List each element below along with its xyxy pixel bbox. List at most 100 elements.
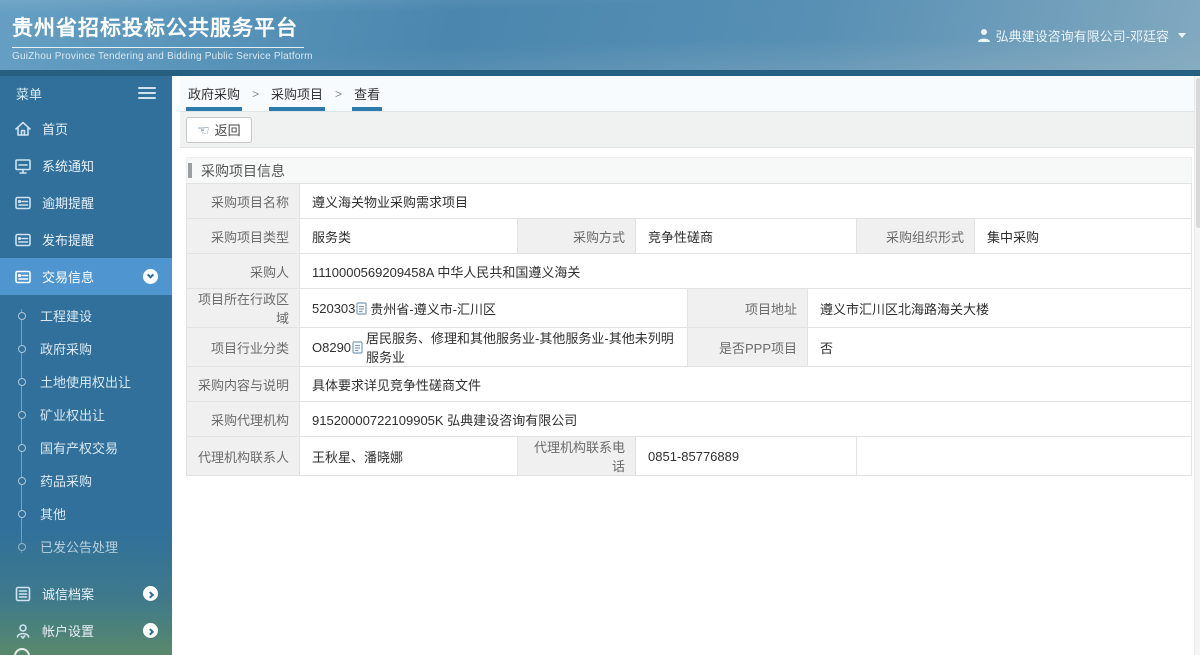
field-value: 遵义海关物业采购需求项目: [299, 184, 1191, 218]
breadcrumb-label: 查看: [354, 87, 381, 102]
submenu-item-other[interactable]: 其他: [0, 497, 172, 530]
sidebar-item-account-settings[interactable]: 帐户设置: [0, 612, 172, 649]
field-label: 代理机构联系电话: [517, 437, 635, 475]
industry-text: 居民服务、修理和其他服务业-其他服务业-其他未列明服务业: [366, 331, 674, 365]
sidebar: 菜单 首页 系统通知 逾期提醒 发布提醒 交易信息 工程建设 政府采购 土地使用…: [0, 76, 172, 655]
submenu-item-land-use[interactable]: 土地使用权出让: [0, 365, 172, 398]
breadcrumb-separator: >: [252, 86, 260, 101]
field-label: 代理机构联系人: [187, 437, 299, 475]
project-info-table: 采购项目名称 遵义海关物业采购需求项目 采购项目类型 服务类 采购方式 竞争性磋…: [186, 183, 1192, 476]
breadcrumb-label: 政府采购: [188, 87, 241, 102]
field-value: 竞争性磋商: [635, 219, 856, 253]
document-icon[interactable]: [356, 301, 367, 315]
sidebar-item-notifications[interactable]: 系统通知: [0, 147, 172, 184]
industry-code: O8290: [312, 339, 352, 355]
chevron-down-circle-icon[interactable]: [143, 269, 158, 284]
caret-down-icon: [1178, 32, 1186, 38]
sidebar-item-label: 首页: [42, 122, 69, 137]
main-content: 政府采购 > 采购项目 > 查看 ☜ 返回 采购项目信息 采购项目名称 遵义海关…: [172, 76, 1200, 655]
table-row: 采购内容与说明 具体要求详见竞争性磋商文件: [187, 367, 1191, 402]
sidebar-item-publish-reminder[interactable]: 发布提醒: [0, 221, 172, 258]
submenu-item-state-property[interactable]: 国有产权交易: [0, 431, 172, 464]
submenu-item-drug-procurement[interactable]: 药品采购: [0, 464, 172, 497]
submenu-item-mining-rights[interactable]: 矿业权出让: [0, 398, 172, 431]
sidebar-item-label: 交易信息: [42, 270, 95, 285]
partial-menu-icon: [14, 648, 30, 655]
submenu-item-engineering[interactable]: 工程建设: [0, 299, 172, 332]
breadcrumb: 政府采购 > 采购项目 > 查看: [180, 76, 1200, 112]
back-button[interactable]: ☜ 返回: [186, 116, 252, 143]
user-name: 弘典建设咨询有限公司-邓廷容: [995, 28, 1169, 44]
card-list-icon: [14, 268, 32, 286]
section-title: 采购项目信息: [201, 162, 285, 179]
table-row: 采购代理机构 91520000722109905K 弘典建设咨询有限公司: [187, 402, 1191, 437]
field-label: 项目行业分类: [187, 328, 299, 366]
submenu-label: 政府采购: [40, 342, 93, 357]
sidebar-item-transaction-info[interactable]: 交易信息: [0, 258, 172, 295]
field-label: 采购项目名称: [187, 184, 299, 218]
field-label: 采购代理机构: [187, 402, 299, 436]
home-icon: [14, 120, 32, 138]
field-value: 0851-85776889: [635, 437, 856, 475]
submenu-label: 工程建设: [40, 309, 93, 324]
breadcrumb-item-procurement-project[interactable]: 采购项目: [269, 76, 326, 111]
field-label: 采购项目类型: [187, 219, 299, 253]
menu-label: 菜单: [16, 86, 43, 102]
transaction-submenu: 工程建设 政府采购 土地使用权出让 矿业权出让 国有产权交易 药品采购 其他 已…: [0, 295, 172, 567]
breadcrumb-separator: >: [335, 86, 343, 101]
hamburger-icon[interactable]: [138, 84, 156, 102]
table-row: 项目所在行政区域 520303 贵州省-遵义市-汇川区 项目地址 遵义市汇川区北…: [187, 289, 1191, 328]
section-accent-bar: [188, 163, 192, 178]
chevron-right-circle-icon[interactable]: [143, 586, 158, 601]
field-label: 采购内容与说明: [187, 367, 299, 401]
submenu-label: 矿业权出让: [40, 408, 106, 423]
site-title: 贵州省招标投标公共服务平台: [12, 8, 304, 48]
chevron-right-circle-icon[interactable]: [143, 623, 158, 638]
field-value: 91520000722109905K 弘典建设咨询有限公司: [299, 402, 1191, 436]
breadcrumb-item-gov-procurement[interactable]: 政府采购: [186, 76, 243, 111]
field-label: 项目所在行政区域: [187, 289, 299, 327]
table-row: 项目行业分类 O8290 居民服务、修理和其他服务业-其他服务业-其他未列明服务…: [187, 328, 1191, 367]
sidebar-item-label: 诚信档案: [42, 587, 95, 602]
sidebar-item-credit-archive[interactable]: 诚信档案: [0, 575, 172, 612]
submenu-item-gov-procurement[interactable]: 政府采购: [0, 332, 172, 365]
back-button-label: 返回: [214, 123, 241, 138]
scrollbar-thumb[interactable]: [1196, 78, 1200, 228]
field-label: 是否PPP项目: [687, 328, 807, 366]
table-row: 采购项目名称 遵义海关物业采购需求项目: [187, 184, 1191, 219]
card-list-icon: [14, 231, 32, 249]
card-list-icon: [14, 194, 32, 212]
field-label: 项目地址: [687, 289, 807, 327]
submenu-label: 已发公告处理: [40, 540, 119, 555]
top-header: 贵州省招标投标公共服务平台 GuiZhou Province Tendering…: [0, 0, 1200, 70]
submenu-label: 土地使用权出让: [40, 375, 132, 390]
field-value: 1110000569209458A 中华人民共和国遵义海关: [299, 254, 1191, 288]
field-value: 具体要求详见竞争性磋商文件: [299, 367, 1191, 401]
user-dropdown[interactable]: 弘典建设咨询有限公司-邓廷容: [977, 26, 1186, 45]
sidebar-item-label: 逾期提醒: [42, 196, 95, 211]
document-icon[interactable]: [352, 340, 363, 354]
table-row: 采购项目类型 服务类 采购方式 竞争性磋商 采购组织形式 集中采购: [187, 219, 1191, 254]
field-value: O8290 居民服务、修理和其他服务业-其他服务业-其他未列明服务业: [299, 328, 687, 366]
toolbar: ☜ 返回: [180, 112, 1200, 148]
table-row: 代理机构联系人 王秋星、潘晓娜 代理机构联系电话 0851-85776889: [187, 437, 1191, 475]
monitor-icon: [14, 157, 32, 175]
sidebar-item-label: 发布提醒: [42, 233, 95, 248]
sidebar-item-overdue-reminder[interactable]: 逾期提醒: [0, 184, 172, 221]
table-row: 采购人 1110000569209458A 中华人民共和国遵义海关: [187, 254, 1191, 289]
field-value: 520303 贵州省-遵义市-汇川区: [299, 289, 687, 327]
submenu-item-published-notices[interactable]: 已发公告处理: [0, 530, 172, 563]
breadcrumb-item-view[interactable]: 查看: [352, 76, 383, 111]
sidebar-item-home[interactable]: 首页: [0, 110, 172, 147]
card-list-icon: [14, 585, 32, 603]
scrollbar-track[interactable]: [1194, 76, 1200, 655]
submenu-label: 国有产权交易: [40, 441, 119, 456]
field-value-empty: [856, 437, 1191, 475]
region-text: 贵州省-遵义市-汇川区: [370, 301, 497, 317]
site-subtitle: GuiZhou Province Tendering and Bidding P…: [12, 51, 313, 62]
submenu-label: 其他: [40, 507, 67, 522]
breadcrumb-label: 采购项目: [271, 87, 324, 102]
field-value: 服务类: [299, 219, 517, 253]
sidebar-item-label: 帐户设置: [42, 624, 95, 639]
back-hand-icon: ☜: [197, 121, 210, 138]
